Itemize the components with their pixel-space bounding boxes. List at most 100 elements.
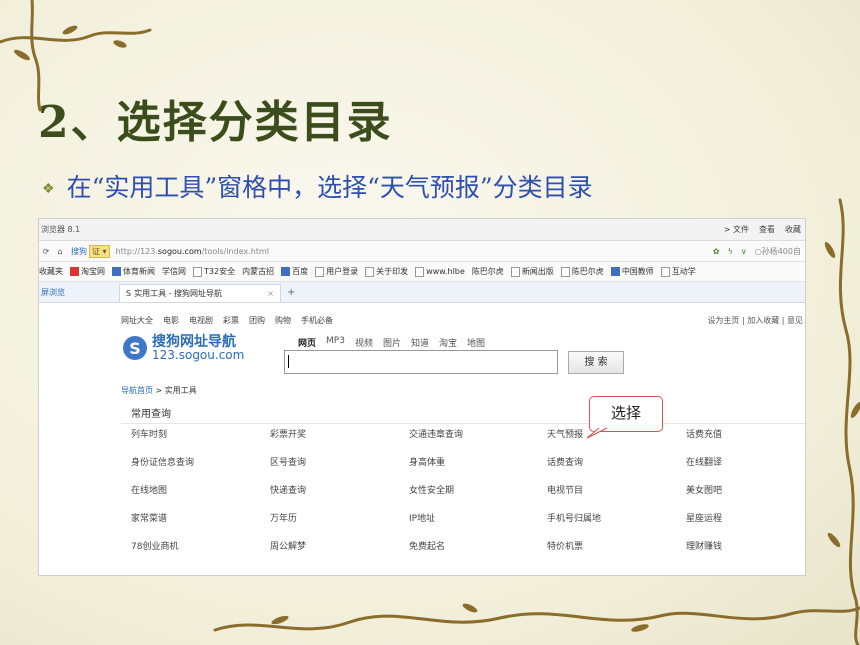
search-tab[interactable]: 网页 (298, 336, 316, 349)
lightning-icon[interactable]: ϟ (728, 247, 733, 256)
top-right-links[interactable]: 设为主页 | 加入收藏 | 意见 (707, 315, 805, 326)
refresh-icon[interactable]: ⟳ (39, 247, 53, 256)
subtitle-text: 在“实用工具”窗格中，选择“天气预报”分类目录 (66, 173, 593, 202)
top-link[interactable]: 团购 (249, 315, 265, 326)
favorite-item[interactable]: 新闻出版 (510, 266, 554, 277)
tool-link[interactable]: 家常菜谱 (131, 511, 261, 524)
tool-link[interactable]: 在线翻译 (686, 455, 805, 468)
browser-app-name: 浏览器 8.1 (41, 225, 81, 234)
tool-link[interactable]: 区号查询 (270, 455, 400, 468)
tool-link[interactable]: 列车时刻 (131, 427, 261, 440)
menu-view[interactable]: 查看 (759, 224, 775, 235)
search-icon: ○ (754, 246, 762, 256)
certificate-badge[interactable]: 证 ▾ (89, 244, 110, 258)
search-tab[interactable]: MP3 (326, 336, 345, 349)
extension-icon[interactable]: ✿ (713, 247, 720, 256)
taobao-icon (70, 267, 79, 276)
tool-link[interactable]: 话费充值 (686, 427, 805, 440)
search-tab[interactable]: 淘宝 (439, 336, 457, 349)
breadcrumb-home[interactable]: 导航首页 (121, 386, 153, 395)
favorite-item[interactable]: 关于印发 (365, 266, 408, 277)
favorite-item[interactable]: 淘宝网 (70, 266, 105, 277)
tool-link[interactable]: 周公解梦 (270, 539, 400, 552)
page-icon (660, 266, 670, 277)
tool-link[interactable]: 电视节目 (547, 483, 677, 496)
favorite-item[interactable]: 收藏夹 (39, 266, 63, 277)
logo-title: 搜狗网址导航 (152, 334, 236, 350)
favorite-item[interactable]: 陈巴尔虎 (472, 266, 504, 277)
top-link[interactable]: 电视剧 (189, 315, 213, 326)
home-icon[interactable]: ⌂ (53, 247, 67, 256)
top-nav-links: 网址大全 电影 电视剧 彩票 团购 购物 手机必备 (121, 315, 333, 326)
new-tab-button[interactable]: + (287, 287, 295, 298)
site-icon (610, 267, 620, 276)
favorite-item[interactable]: 内蒙古招 (242, 266, 274, 277)
sogou-logo[interactable]: S 搜狗网址导航 123.sogou.com (123, 335, 244, 361)
tool-link[interactable]: 话费查询 (547, 455, 677, 468)
tool-link[interactable]: 万年历 (270, 511, 400, 524)
favorite-item[interactable]: 互动学 (660, 266, 696, 277)
top-link[interactable]: 手机必备 (301, 315, 333, 326)
tool-link[interactable]: 理财赚钱 (686, 539, 805, 552)
top-link[interactable]: 购物 (275, 315, 291, 326)
sogou-favicon-icon: S (126, 289, 132, 298)
favorite-item[interactable]: 陈巴尔虎 (560, 266, 604, 277)
text-caret (288, 355, 289, 368)
search-tab[interactable]: 知道 (411, 336, 429, 349)
tool-link[interactable]: 美女图吧 (686, 483, 805, 496)
search-tab[interactable]: 地图 (467, 336, 485, 349)
site-top-nav: 网址大全 电影 电视剧 彩票 团购 购物 手机必备 设为主页 | 加入收藏 | … (121, 313, 805, 327)
tool-link[interactable]: 免费起名 (409, 539, 539, 552)
url-prefix: http://123. (115, 246, 158, 256)
search-button[interactable]: 搜 索 (568, 351, 624, 374)
favorite-item[interactable]: 学信网 (162, 266, 186, 277)
favorite-item[interactable]: T32安全 (193, 266, 235, 277)
tool-link[interactable]: IP地址 (409, 511, 539, 524)
page-icon (510, 266, 520, 277)
tool-link[interactable]: 身高体重 (409, 455, 539, 468)
search-input[interactable] (284, 350, 558, 374)
favorite-item[interactable]: 百度 (281, 266, 308, 277)
favorite-item[interactable]: 体育新闻 (112, 266, 155, 277)
search-tabs: 网页 MP3 视频 图片 知道 淘宝 地图 (298, 336, 485, 349)
address-search-box[interactable]: ○孙杨400自 (755, 246, 801, 257)
tool-link[interactable]: 星座运程 (686, 511, 805, 524)
menu-favorites[interactable]: 收藏 (785, 224, 801, 235)
tool-link[interactable]: 手机号归属地 (547, 511, 677, 524)
search-tab[interactable]: 图片 (383, 336, 401, 349)
search-tab[interactable]: 视频 (355, 336, 373, 349)
page-icon (560, 266, 570, 277)
tool-link[interactable]: 快递查询 (270, 483, 400, 496)
top-link[interactable]: 电影 (163, 315, 179, 326)
close-tab-icon[interactable]: × (267, 289, 274, 298)
search-engine-label[interactable]: 搜狗 (71, 246, 87, 257)
address-bar-tools: ✿ ϟ ∨ ○孙杨400自 (713, 246, 805, 257)
diamond-bullet-icon: ❖ (42, 181, 55, 197)
url-path: /tools/index.html (201, 246, 269, 256)
page-icon (315, 266, 325, 277)
logo-url: 123.sogou.com (152, 348, 245, 362)
favorite-item[interactable]: www.hlbe (415, 266, 465, 277)
top-link[interactable]: 网址大全 (121, 315, 153, 326)
favorites-bar: 收藏夹 淘宝网 体育新闻 学信网 T32安全 内蒙古招 百度 用户登录 关于印发… (39, 262, 805, 282)
top-link[interactable]: 彩票 (223, 315, 239, 326)
tool-link[interactable]: 特价机票 (547, 539, 677, 552)
side-panel-label[interactable]: 屏浏览 (39, 287, 119, 298)
breadcrumb: 导航首页 > 实用工具 (121, 385, 197, 396)
tool-link[interactable]: 78创业商机 (131, 539, 261, 552)
tab-title: 实用工具 - 搜狗网址导航 (134, 289, 223, 298)
menu-file[interactable]: > 文件 (724, 224, 749, 235)
tool-link[interactable]: 身份证信息查询 (131, 455, 261, 468)
tab-active[interactable]: S 实用工具 - 搜狗网址导航 × (119, 283, 281, 302)
chevron-down-icon[interactable]: ∨ (741, 247, 747, 256)
favorite-item[interactable]: 用户登录 (315, 266, 358, 277)
tool-link[interactable]: 女性安全期 (409, 483, 539, 496)
url-input[interactable]: http://123.sogou.com/tools/index.html (116, 247, 713, 256)
tool-link[interactable]: 在线地图 (131, 483, 261, 496)
tool-link[interactable]: 彩票开奖 (270, 427, 400, 440)
common-query-panel: 常用查询 列车时刻 彩票开奖 交通违章查询 天气预报 话费充值 身份证信息查询 … (121, 401, 805, 575)
favorite-item[interactable]: 中国教师 (610, 266, 654, 277)
url-domain: sogou.com (157, 246, 202, 256)
tool-link[interactable]: 交通违章查询 (409, 427, 539, 440)
page-icon (415, 266, 425, 277)
